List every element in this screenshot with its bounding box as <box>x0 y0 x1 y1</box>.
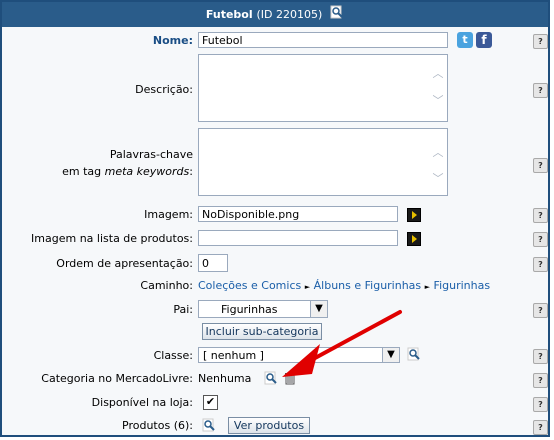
annotation-arrow-icon <box>282 310 402 377</box>
category-form-panel: Futebol (ID 220105) Nome: t f ? Descriçã… <box>0 0 550 437</box>
